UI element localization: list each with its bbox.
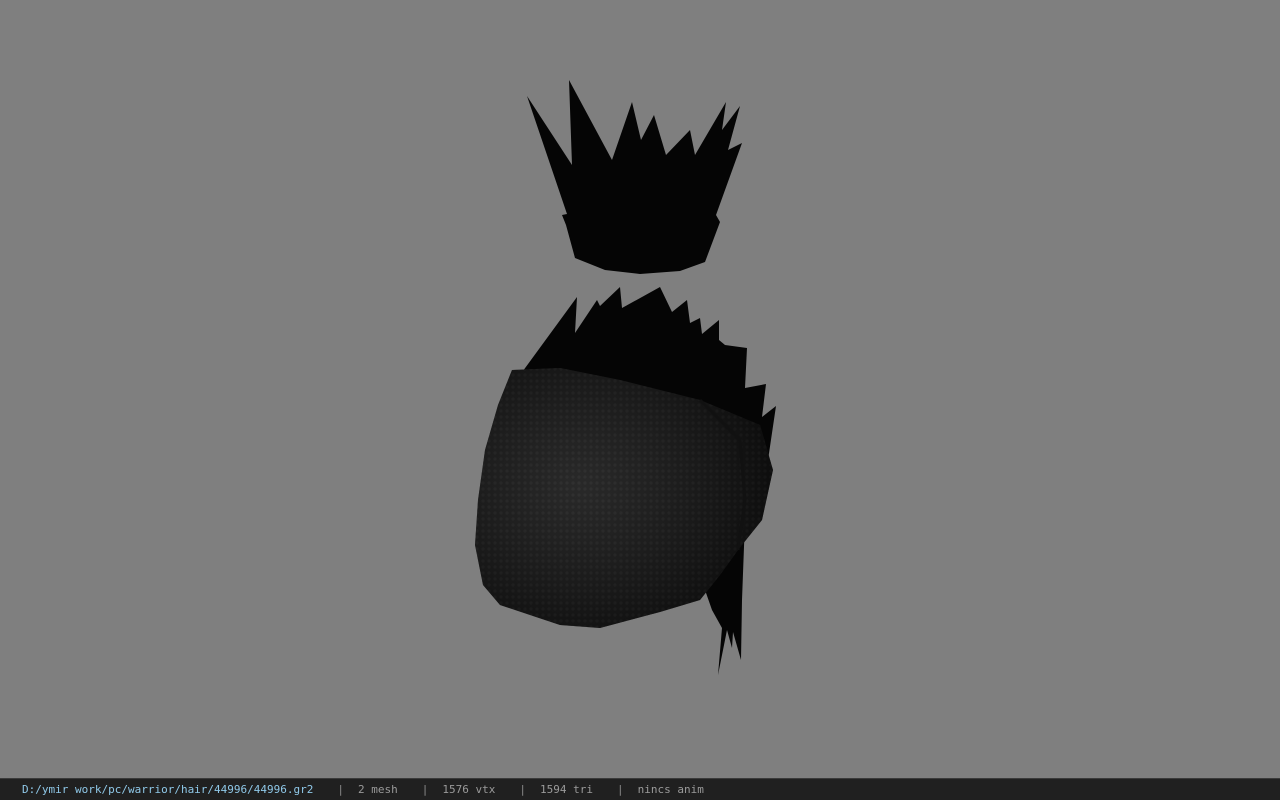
separator: |	[337, 783, 345, 796]
file-path: D:/ymir work/pc/warrior/hair/44996/44996…	[22, 783, 314, 796]
3d-viewport[interactable]	[0, 0, 1280, 778]
separator: |	[519, 783, 527, 796]
mesh-count: 2 mesh	[358, 783, 398, 796]
hair-mesh-render	[475, 80, 776, 675]
animation-status: nincs anim	[637, 783, 704, 796]
separator: |	[421, 783, 429, 796]
upper-hair-spikes	[527, 80, 742, 274]
separator: |	[617, 783, 624, 796]
vertex-count: 1576 vtx	[442, 783, 496, 796]
triangle-count: 1594 tri	[540, 783, 593, 796]
status-bar: D:/ymir work/pc/warrior/hair/44996/44996…	[0, 778, 1280, 800]
